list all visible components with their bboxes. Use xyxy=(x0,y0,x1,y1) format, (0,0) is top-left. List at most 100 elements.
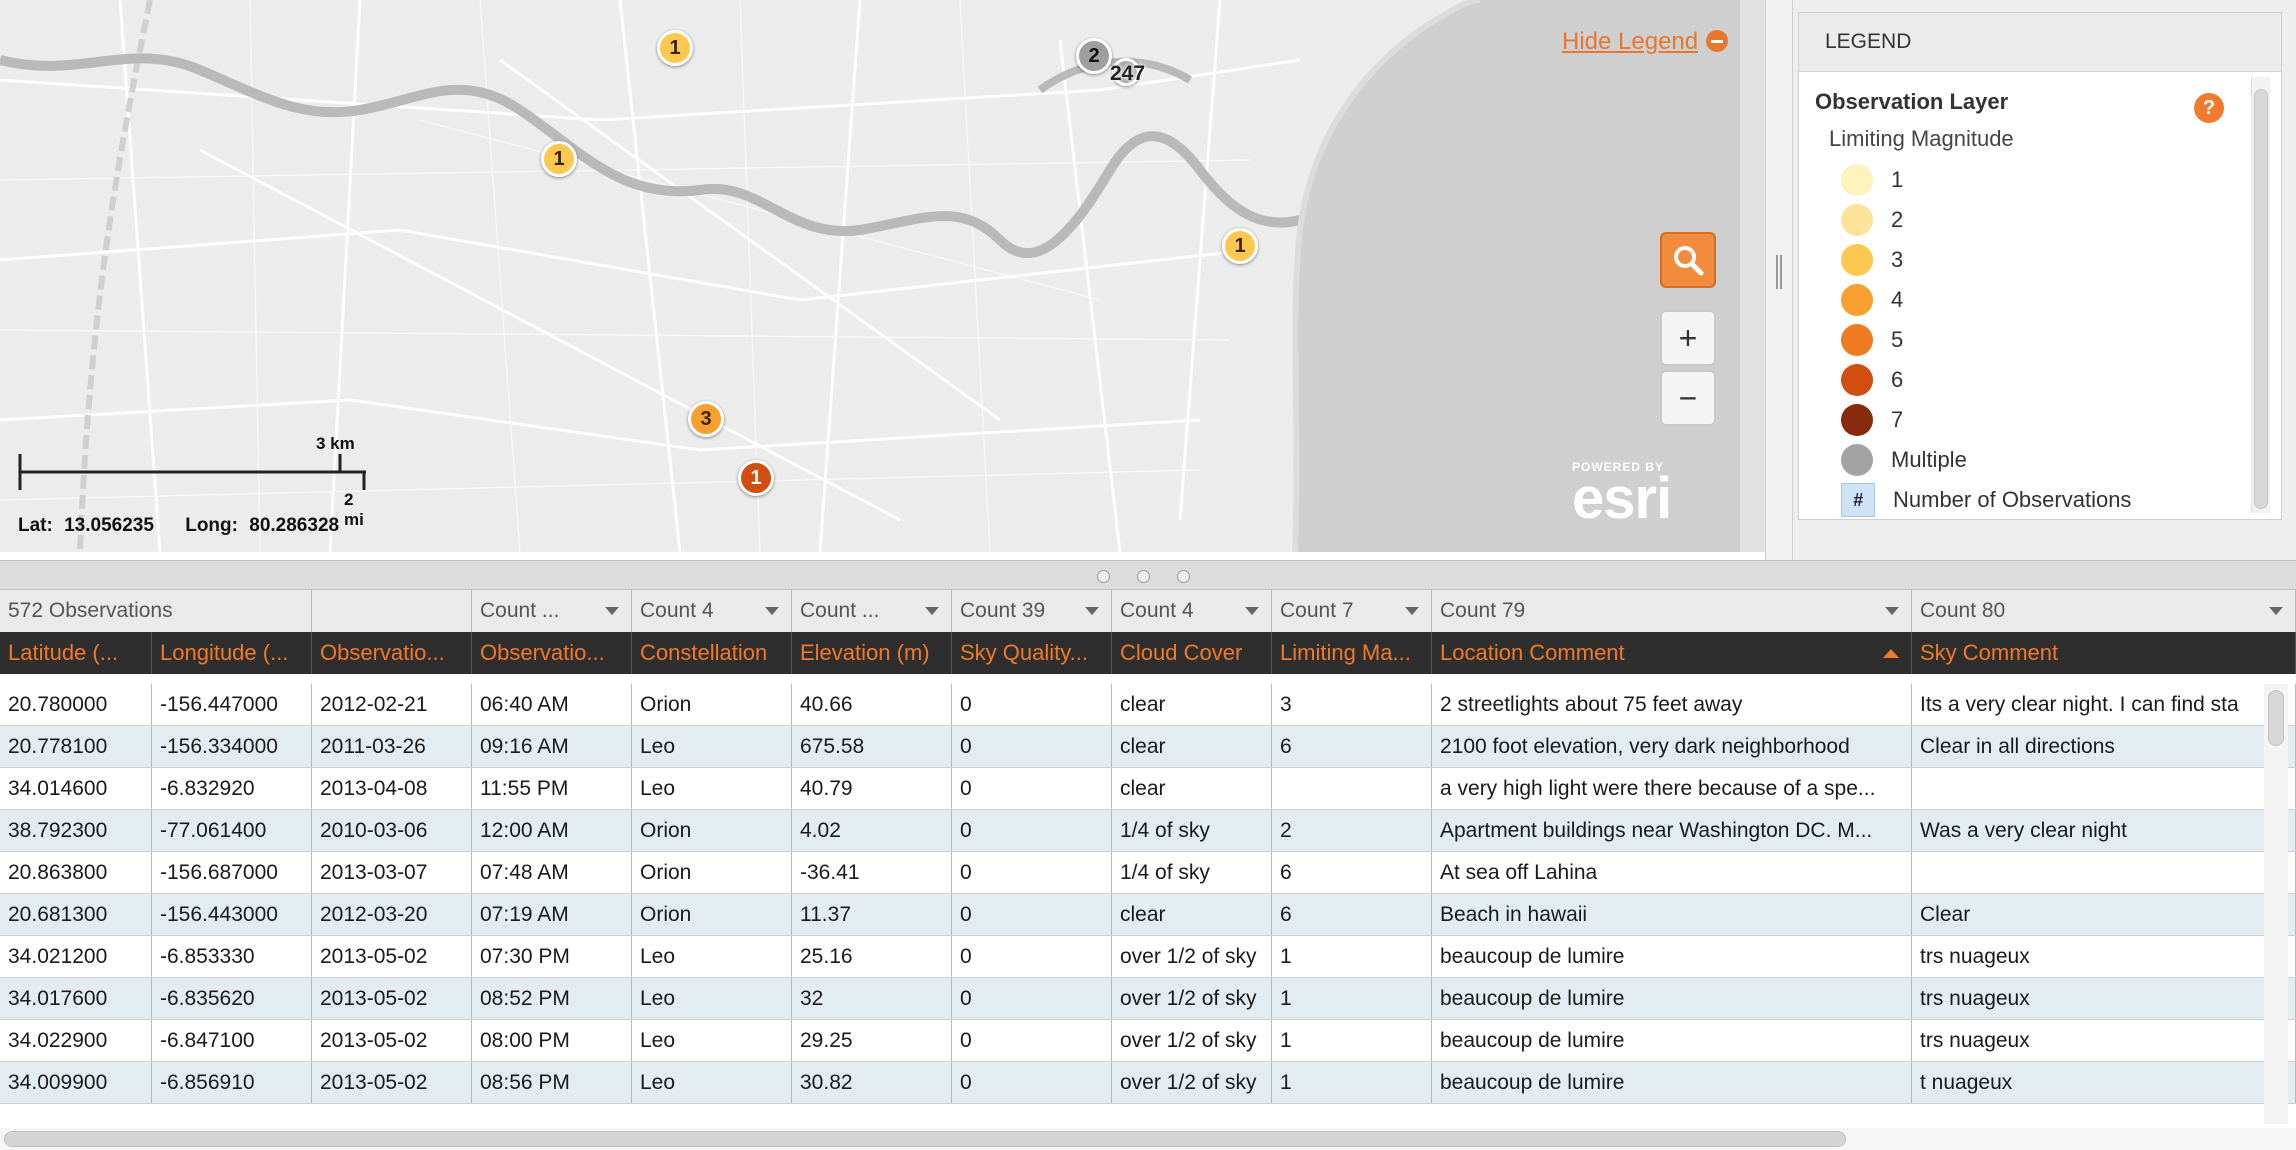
horizontal-splitter[interactable] xyxy=(0,560,2296,590)
legend-swatch xyxy=(1841,364,1873,396)
column-header[interactable]: Latitude (... xyxy=(0,632,152,674)
table-vertical-scrollbar[interactable] xyxy=(2264,684,2288,1124)
map-marker[interactable]: 1 xyxy=(738,460,774,496)
hide-legend-link[interactable]: Hide Legend xyxy=(1562,28,1729,56)
aggregate-cell[interactable]: Count 80 xyxy=(1912,590,2296,632)
table-cell: 12:00 AM xyxy=(472,810,632,851)
map-view[interactable]: 1 1 1 3 1 2 247 Hide Legend + − 3 km 2 m… xyxy=(0,0,1766,552)
table-cell: 20.863800 xyxy=(0,852,152,893)
column-header[interactable]: Elevation (m) xyxy=(792,632,952,674)
table-cell: 07:48 AM xyxy=(472,852,632,893)
table-cell: 0 xyxy=(952,684,1112,725)
aggregate-cell[interactable]: Count 7 xyxy=(1272,590,1432,632)
column-header[interactable]: Sky Quality... xyxy=(952,632,1112,674)
observation-count: 572 Observations xyxy=(0,590,312,632)
map-marker[interactable]: 1 xyxy=(541,141,577,177)
table-cell: 20.778100 xyxy=(0,726,152,767)
help-icon[interactable]: ? xyxy=(2194,93,2224,123)
table-cell: 0 xyxy=(952,936,1112,977)
table-cell: 34.017600 xyxy=(0,978,152,1019)
table-cell xyxy=(1272,768,1432,809)
legend-item: # Number of Observations xyxy=(1841,483,2131,517)
table-cell: 0 xyxy=(952,768,1112,809)
scrollbar-thumb[interactable] xyxy=(4,1131,1846,1147)
legend-item-label: Multiple xyxy=(1891,447,1967,472)
table-cell: 2 streetlights about 75 feet away xyxy=(1432,684,1912,725)
column-header[interactable]: Constellation xyxy=(632,632,792,674)
table-cell: -156.443000 xyxy=(152,894,312,935)
map-marker[interactable]: 1 xyxy=(657,30,693,66)
column-header[interactable]: Observatio... xyxy=(472,632,632,674)
aggregate-label: Count ... xyxy=(480,599,560,622)
esri-logo: POWERED BY esri xyxy=(1572,460,1672,528)
column-header[interactable]: Observatio... xyxy=(312,632,472,674)
vertical-splitter[interactable] xyxy=(1765,0,1793,560)
table-cell: 2013-05-02 xyxy=(312,1062,472,1103)
splitter-dot-icon xyxy=(1177,570,1190,583)
legend-box: LEGEND Observation Layer ? Limiting Magn… xyxy=(1798,12,2282,520)
table-row[interactable]: 38.792300 -77.061400 2010-03-06 12:00 AM Ori… xyxy=(0,810,2296,852)
table-cell: 34.021200 xyxy=(0,936,152,977)
column-header[interactable]: Location Comment xyxy=(1432,632,1912,674)
table-row[interactable]: 20.681300 -156.443000 2012-03-20 07:19 AM Or… xyxy=(0,894,2296,936)
table-cell: 2010-03-06 xyxy=(312,810,472,851)
table-row[interactable]: 20.778100 -156.334000 2011-03-26 09:16 AM Le… xyxy=(0,726,2296,768)
splitter-dot-icon xyxy=(1097,570,1110,583)
aggregate-label: Count ... xyxy=(800,599,880,622)
table-cell: 6 xyxy=(1272,852,1432,893)
table-row[interactable]: 34.009900 -6.856910 2013-05-02 08:56 PM Leo 3… xyxy=(0,1062,2296,1104)
plus-icon: + xyxy=(1678,319,1698,356)
table-row[interactable]: 34.022900 -6.847100 2013-05-02 08:00 PM Leo 2… xyxy=(0,1020,2296,1062)
table-cell: 3 xyxy=(1272,684,1432,725)
column-header-label: Observatio... xyxy=(320,640,445,665)
legend-item: Multiple xyxy=(1841,443,1967,477)
table-row[interactable]: 20.780000 -156.447000 2012-02-21 06:40 AM Or… xyxy=(0,684,2296,726)
aggregate-cell[interactable]: Count 79 xyxy=(1432,590,1912,632)
legend-scrollbar[interactable] xyxy=(2251,77,2270,513)
aggregate-cell[interactable]: Count ... xyxy=(792,590,952,632)
aggregate-cell[interactable]: Count ... xyxy=(472,590,632,632)
scrollbar-thumb[interactable] xyxy=(2254,89,2268,509)
table-cell: 1/4 of sky xyxy=(1112,810,1272,851)
table-cell: -156.687000 xyxy=(152,852,312,893)
dropdown-caret-icon xyxy=(1405,607,1419,615)
dropdown-caret-icon xyxy=(1885,607,1899,615)
legend-item: 1 xyxy=(1841,163,1903,197)
table-cell: 0 xyxy=(952,978,1112,1019)
aggregate-label: Count 79 xyxy=(1440,599,1526,622)
table-horizontal-scrollbar[interactable] xyxy=(0,1128,2296,1150)
search-button[interactable] xyxy=(1660,232,1716,288)
table-cell: 1 xyxy=(1272,978,1432,1019)
observations-table: 572 Observations Count ... Count 4 Count ..… xyxy=(0,590,2296,1150)
column-header[interactable]: Longitude (... xyxy=(152,632,312,674)
map-marker-multiple[interactable]: 2 xyxy=(1076,38,1112,74)
aggregate-label: Count 7 xyxy=(1280,599,1354,622)
zoom-in-button[interactable]: + xyxy=(1660,310,1716,366)
table-cell xyxy=(1912,852,2296,893)
map-marker[interactable]: 1 xyxy=(1222,228,1258,264)
table-cell: 25.16 xyxy=(792,936,952,977)
column-header[interactable]: Cloud Cover xyxy=(1112,632,1272,674)
table-cell: 40.79 xyxy=(792,768,952,809)
aggregate-cell[interactable]: Count 39 xyxy=(952,590,1112,632)
map-marker[interactable]: 3 xyxy=(688,401,724,437)
table-row[interactable]: 20.863800 -156.687000 2013-03-07 07:48 AM Or… xyxy=(0,852,2296,894)
table-cell: -156.447000 xyxy=(152,684,312,725)
zoom-out-button[interactable]: − xyxy=(1660,370,1716,426)
aggregate-cell[interactable]: Count 4 xyxy=(1112,590,1272,632)
table-cell: over 1/2 of sky xyxy=(1112,936,1272,977)
table-row[interactable]: 34.021200 -6.853330 2013-05-02 07:30 PM Leo 2… xyxy=(0,936,2296,978)
marker-count: 1 xyxy=(1234,234,1246,257)
column-header[interactable]: Limiting Ma... xyxy=(1272,632,1432,674)
scrollbar-thumb[interactable] xyxy=(2268,690,2284,746)
scale-bar: 3 km 2 mi xyxy=(18,434,368,529)
table-cell: Apartment buildings near Washington DC. … xyxy=(1432,810,1912,851)
column-header[interactable]: Sky Comment xyxy=(1912,632,2296,674)
marker-count: 1 xyxy=(750,466,762,489)
table-cell: 07:30 PM xyxy=(472,936,632,977)
aggregate-cell[interactable]: Count 4 xyxy=(632,590,792,632)
long-label: Long: xyxy=(185,515,238,536)
dropdown-caret-icon xyxy=(2269,607,2283,615)
table-row[interactable]: 34.014600 -6.832920 2013-04-08 11:55 PM Leo 4… xyxy=(0,768,2296,810)
table-row[interactable]: 34.017600 -6.835620 2013-05-02 08:52 PM Leo 3… xyxy=(0,978,2296,1020)
